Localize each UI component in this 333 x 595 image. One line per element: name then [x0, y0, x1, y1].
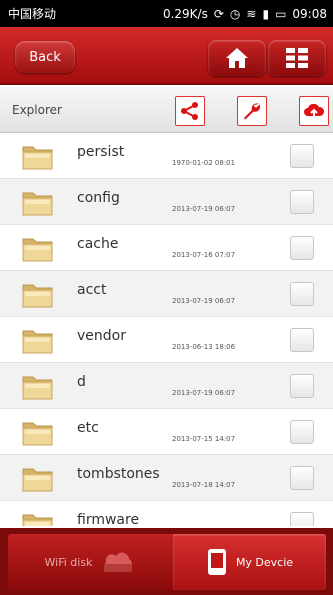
file-date: 2013-07-19 06:07: [172, 297, 236, 305]
carrier-name: 中国移动: [8, 7, 57, 21]
back-button[interactable]: Back: [15, 41, 75, 73]
file-list: persist 1970-01-02 08:01 config 2013-07-19 …: [0, 133, 333, 526]
folder-icon: [22, 330, 53, 354]
share-button[interactable]: [175, 96, 205, 126]
folder-icon: [22, 238, 53, 262]
toolbar-title: Explorer: [12, 103, 62, 117]
file-checkbox[interactable]: [290, 420, 314, 444]
phone-icon: [207, 549, 226, 575]
file-row[interactable]: cache 2013-07-16 07:07: [0, 225, 333, 271]
file-row[interactable]: acct 2013-07-19 06:07: [0, 271, 333, 317]
file-name: config: [77, 190, 120, 206]
file-checkbox[interactable]: [290, 282, 314, 306]
tab-my-device-label: My Devcie: [235, 555, 294, 569]
file-row[interactable]: config 2013-07-19 06:07: [0, 179, 333, 225]
explorer-toolbar: Explorer: [0, 87, 333, 133]
share-icon: [181, 102, 198, 120]
file-row[interactable]: firmware: [0, 501, 333, 526]
file-name: cache: [77, 236, 119, 252]
folder-icon: [22, 376, 53, 400]
file-date: 1970-01-02 08:01: [172, 159, 236, 167]
file-name: acct: [77, 282, 107, 298]
grid-icon: [286, 48, 308, 68]
clock: 09:08: [292, 6, 327, 21]
file-row[interactable]: vendor 2013-06-13 18:06: [0, 317, 333, 363]
folder-icon: [22, 422, 53, 446]
file-checkbox[interactable]: [290, 512, 314, 526]
tab-wifi-disk[interactable]: WiFi disk: [8, 534, 173, 590]
file-name: etc: [77, 420, 99, 436]
file-date: 2013-07-19 06:07: [172, 389, 236, 397]
file-date: 2013-07-15 14:07: [172, 435, 236, 443]
file-checkbox[interactable]: [290, 466, 314, 490]
tab-my-device[interactable]: My Devcie: [173, 534, 326, 590]
menu-grid-button[interactable]: [268, 40, 326, 76]
file-name: firmware: [77, 512, 140, 526]
wifi-icon: ≋: [246, 6, 257, 21]
app-header: Back: [0, 27, 333, 85]
file-row[interactable]: d 2013-07-19 06:07: [0, 363, 333, 409]
file-row[interactable]: persist 1970-01-02 08:01: [0, 133, 333, 179]
file-date: 2013-06-13 18:06: [172, 343, 236, 351]
file-row[interactable]: tombstones 2013-07-18 14:07: [0, 455, 333, 501]
file-name: persist: [77, 144, 125, 160]
tools-button[interactable]: [237, 96, 267, 126]
file-checkbox[interactable]: [290, 144, 314, 168]
status-bar: 中国移动 0.29K/s ⟳ ◷ ≋ ▮ ▭ 09:08: [0, 0, 333, 27]
folder-icon: [22, 146, 53, 170]
home-icon: [226, 48, 248, 68]
signal-icon: ▮: [262, 6, 270, 21]
wrench-icon: [244, 103, 261, 120]
file-checkbox[interactable]: [290, 374, 314, 398]
folder-icon: [22, 284, 53, 308]
net-speed: 0.29K/s: [162, 6, 208, 21]
file-name: vendor: [77, 328, 126, 344]
file-date: 2013-07-18 14:07: [172, 481, 236, 489]
sync-icon: ⟳: [213, 6, 224, 21]
folder-icon: [22, 192, 53, 216]
cloud-disk-icon: [104, 552, 133, 572]
file-checkbox[interactable]: [290, 328, 314, 352]
file-row[interactable]: etc 2013-07-15 14:07: [0, 409, 333, 455]
file-checkbox[interactable]: [290, 236, 314, 260]
alarm-icon: ◷: [229, 6, 241, 21]
folder-icon: [22, 514, 53, 526]
battery-icon: ▭: [275, 6, 287, 21]
file-date: 2013-07-16 07:07: [172, 251, 236, 259]
home-button[interactable]: [208, 40, 266, 76]
file-date: 2013-07-19 06:07: [172, 205, 236, 213]
status-icons: 0.29K/s ⟳ ◷ ≋ ▮ ▭ 09:08: [163, 7, 327, 21]
tab-wifi-disk-label: WiFi disk: [44, 555, 93, 569]
upload-button[interactable]: [299, 96, 329, 126]
bottom-tab-bar: WiFi disk My Devcie: [0, 528, 333, 595]
file-name: d: [77, 374, 86, 390]
file-checkbox[interactable]: [290, 190, 314, 214]
file-name: tombstones: [77, 466, 160, 482]
folder-icon: [22, 468, 53, 492]
cloud-upload-icon: [304, 103, 325, 119]
